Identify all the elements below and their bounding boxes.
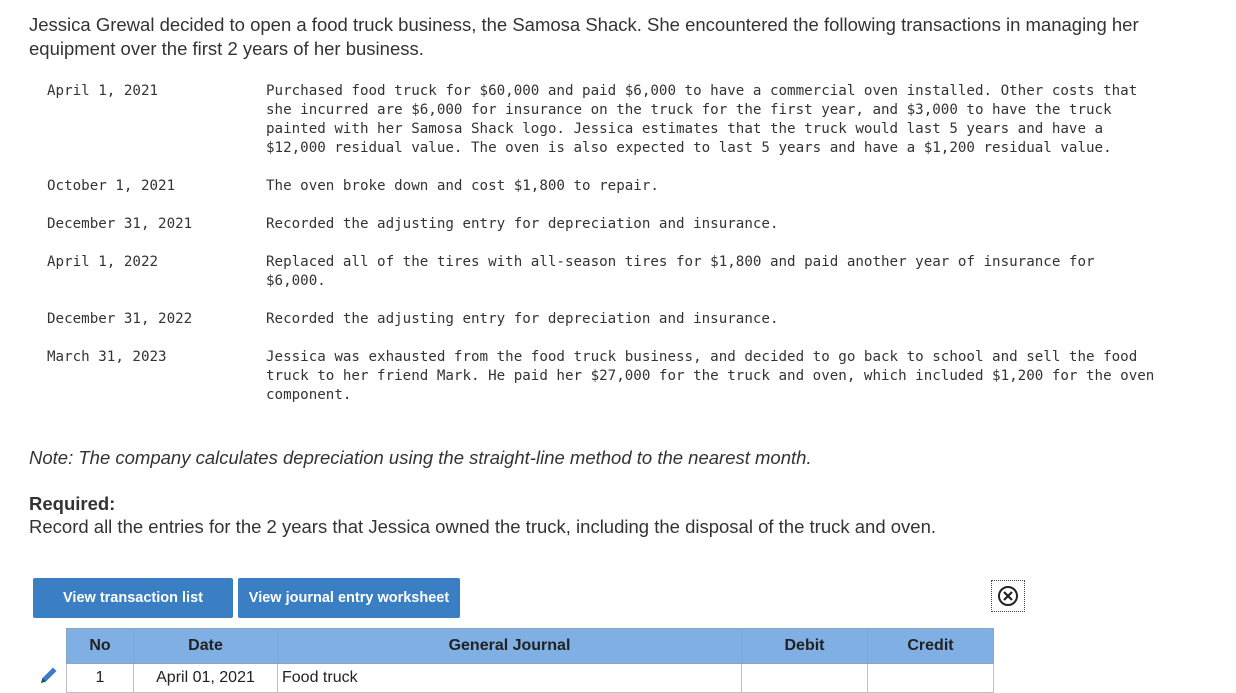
journal-entry-debit [741, 663, 868, 693]
transaction-row: December 31, 2022 Recorded the adjusting… [47, 310, 1157, 348]
problem-intro: Jessica Grewal decided to open a food tr… [29, 14, 1139, 59]
transaction-description: Replaced all of the tires with all-seaso… [266, 254, 1095, 289]
transaction-date: April 1, 2022 [47, 254, 159, 270]
close-button[interactable] [991, 580, 1025, 612]
transaction-date: October 1, 2021 [47, 178, 176, 194]
required-instructions: Record all the entries for the 2 years t… [29, 516, 937, 537]
transaction-date: December 31, 2021 [47, 216, 193, 232]
transaction-description: Purchased food truck for $60,000 and pai… [266, 83, 1138, 156]
required-heading: Required: [29, 493, 116, 514]
transaction-description: Recorded the adjusting entry for depreci… [266, 311, 779, 327]
transaction-date: March 31, 2023 [47, 349, 167, 365]
transaction-table: April 1, 2021 Purchased food truck for $… [47, 82, 1157, 424]
column-header-general-journal: General Journal [277, 628, 742, 664]
view-journal-entry-worksheet-button[interactable]: View journal entry worksheet [238, 578, 460, 618]
transaction-row: April 1, 2021 Purchased food truck for $… [47, 82, 1157, 177]
journal-header-row: No Date General Journal Debit Credit [66, 628, 994, 664]
column-header-debit: Debit [741, 628, 868, 664]
transaction-description: Recorded the adjusting entry for depreci… [266, 216, 779, 232]
depreciation-note: Note: The company calculates depreciatio… [29, 447, 812, 468]
column-header-date: Date [133, 628, 278, 664]
journal-entry-credit [867, 663, 994, 693]
transaction-row: April 1, 2022 Replaced all of the tires … [47, 253, 1157, 310]
journal-entry-account: Food truck [277, 663, 742, 693]
column-header-no: No [66, 628, 134, 664]
close-circle-icon [998, 586, 1018, 606]
journal-row[interactable]: 1 April 01, 2021 Food truck [66, 663, 994, 693]
journal-entry-number: 1 [66, 663, 134, 693]
column-header-credit: Credit [867, 628, 994, 664]
transaction-date: April 1, 2021 [47, 83, 159, 99]
pencil-icon[interactable] [38, 664, 60, 686]
transaction-row: December 31, 2021 Recorded the adjusting… [47, 215, 1157, 253]
view-transaction-list-button[interactable]: View transaction list [33, 578, 233, 618]
transaction-date: December 31, 2022 [47, 311, 193, 327]
journal-entry-date: April 01, 2021 [133, 663, 278, 693]
general-journal-table: No Date General Journal Debit Credit 1 A… [66, 628, 994, 693]
transaction-row: October 1, 2021 The oven broke down and … [47, 177, 1157, 215]
transaction-description: Jessica was exhausted from the food truc… [266, 349, 1155, 403]
transaction-row: March 31, 2023 Jessica was exhausted fro… [47, 348, 1157, 424]
transaction-description: The oven broke down and cost $1,800 to r… [266, 178, 659, 194]
